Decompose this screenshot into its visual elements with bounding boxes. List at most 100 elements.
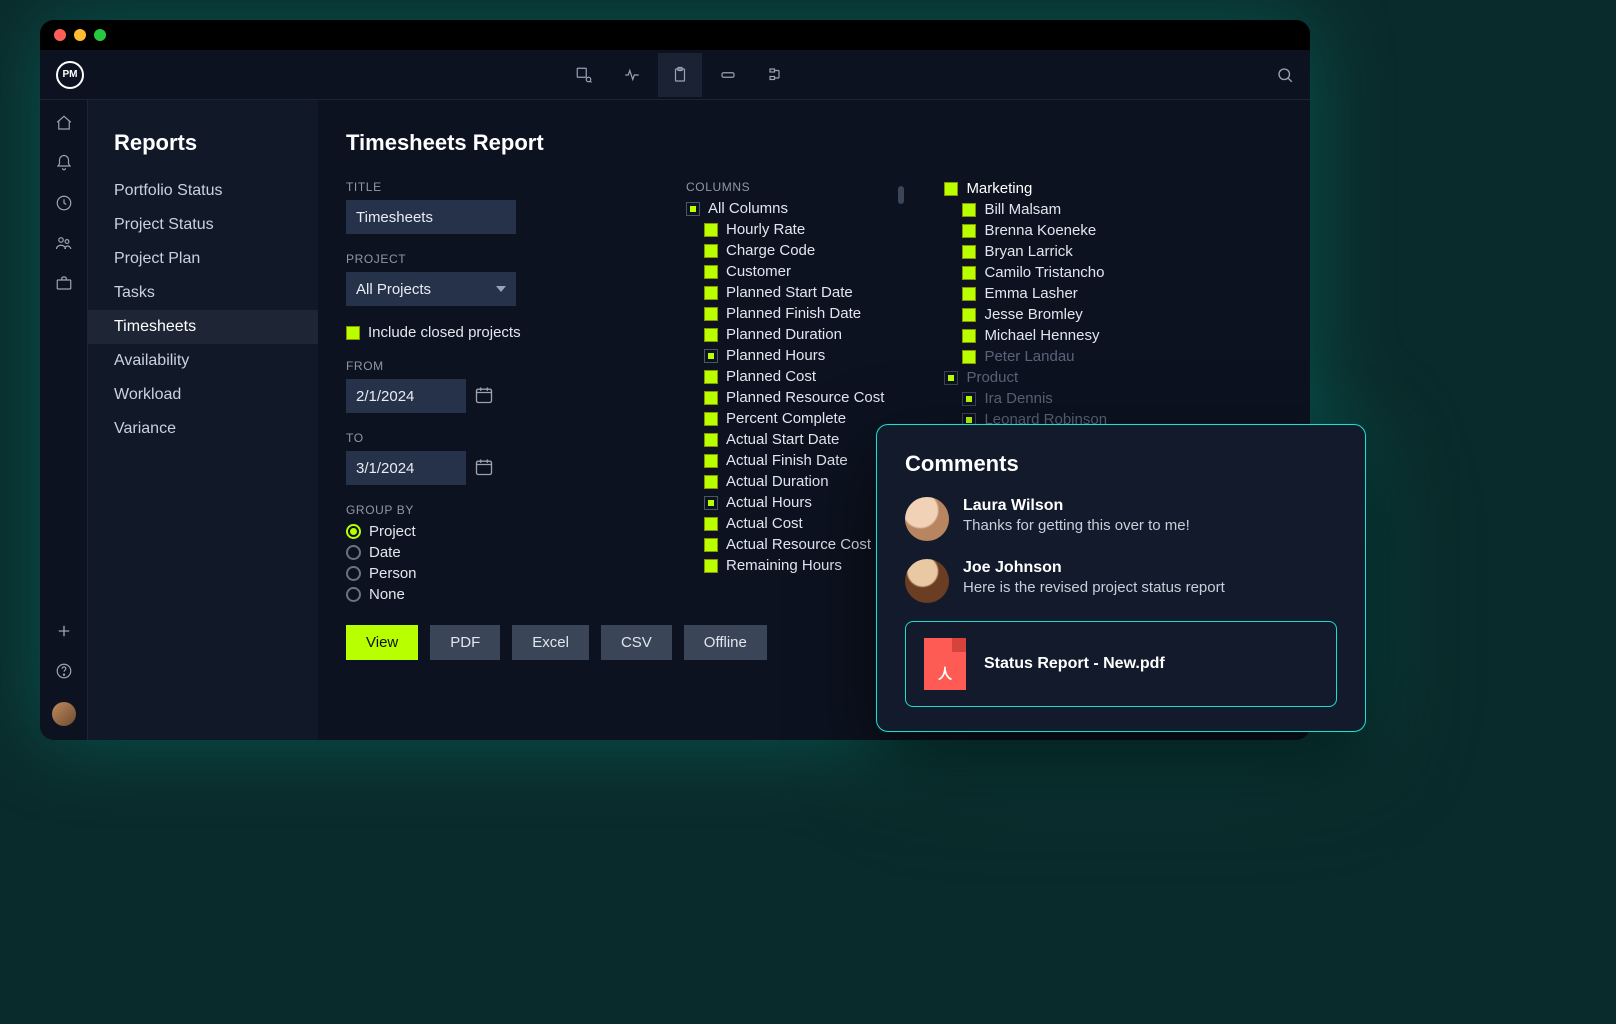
title-input[interactable] — [346, 200, 516, 234]
people-icon[interactable] — [55, 234, 73, 252]
window-close-button[interactable] — [54, 29, 66, 41]
column-checkbox[interactable]: Actual Finish Date — [686, 452, 884, 469]
calendar-icon[interactable] — [474, 457, 496, 479]
team-group-checkbox[interactable]: Marketing — [944, 180, 1107, 197]
window-zoom-button[interactable] — [94, 29, 106, 41]
column-checkbox[interactable]: Planned Finish Date — [686, 305, 884, 322]
bell-icon[interactable] — [55, 154, 73, 172]
column-checkbox[interactable]: Planned Resource Cost — [686, 389, 884, 406]
find-zoom-icon[interactable] — [562, 53, 606, 97]
column-checkbox[interactable]: Actual Hours — [686, 494, 884, 511]
project-select[interactable]: All Projects — [346, 272, 516, 306]
column-checkbox[interactable]: Customer — [686, 263, 884, 280]
comment-author: Joe Johnson — [963, 559, 1225, 577]
csv-button[interactable]: CSV — [601, 625, 672, 660]
checkbox-label: Planned Cost — [726, 368, 816, 385]
checkbox-icon — [704, 265, 718, 279]
column-checkbox[interactable]: Actual Start Date — [686, 431, 884, 448]
from-date-input[interactable] — [346, 379, 466, 413]
clipboard-icon[interactable] — [658, 53, 702, 97]
clock-icon[interactable] — [55, 194, 73, 212]
titlebar — [40, 20, 1310, 50]
from-label: FROM — [346, 359, 646, 373]
groupby-radio[interactable]: Date — [346, 544, 646, 561]
checkbox-label: Actual Duration — [726, 473, 829, 490]
team-member-checkbox[interactable]: Bryan Larrick — [944, 243, 1107, 260]
column-checkbox[interactable]: Percent Complete — [686, 410, 884, 427]
view-button[interactable]: View — [346, 625, 418, 660]
column-checkbox[interactable]: Actual Resource Cost — [686, 536, 884, 553]
avatar — [905, 497, 949, 541]
team-member-checkbox[interactable]: Camilo Tristancho — [944, 264, 1107, 281]
checkbox-icon — [704, 349, 718, 363]
all-columns-checkbox[interactable]: All Columns — [686, 200, 884, 217]
column-checkbox[interactable]: Planned Hours — [686, 347, 884, 364]
checkbox-icon — [686, 202, 700, 216]
team-member-checkbox[interactable]: Ira Dennis — [944, 390, 1107, 407]
checkbox-label: Hourly Rate — [726, 221, 805, 238]
window-minimize-button[interactable] — [74, 29, 86, 41]
groupby-radio[interactable]: Person — [346, 565, 646, 582]
hierarchy-icon[interactable] — [754, 53, 798, 97]
checkbox-icon — [962, 224, 976, 238]
column-checkbox[interactable]: Planned Start Date — [686, 284, 884, 301]
team-member-checkbox[interactable]: Emma Lasher — [944, 285, 1107, 302]
home-icon[interactable] — [55, 114, 73, 132]
brand-logo[interactable]: PM — [56, 61, 84, 89]
team-member-checkbox[interactable]: Peter Landau — [944, 348, 1107, 365]
avatar[interactable] — [52, 702, 76, 726]
column-checkbox[interactable]: Hourly Rate — [686, 221, 884, 238]
briefcase-icon[interactable] — [55, 274, 73, 292]
team-member-checkbox[interactable]: Brenna Koeneke — [944, 222, 1107, 239]
to-date-input[interactable] — [346, 451, 466, 485]
team-member-label: Jesse Bromley — [984, 306, 1082, 323]
column-checkbox[interactable]: Actual Cost — [686, 515, 884, 532]
team-member-checkbox[interactable]: Michael Hennesy — [944, 327, 1107, 344]
team-member-checkbox[interactable]: Jesse Bromley — [944, 306, 1107, 323]
help-icon[interactable] — [55, 662, 73, 680]
checkbox-label: Planned Duration — [726, 326, 842, 343]
search-icon[interactable] — [1276, 66, 1294, 84]
attachment-name: Status Report - New.pdf — [984, 655, 1165, 673]
team-member-checkbox[interactable]: Bill Malsam — [944, 201, 1107, 218]
checkbox-label: Actual Resource Cost — [726, 536, 871, 553]
groupby-label: GROUP BY — [346, 503, 646, 517]
comment-item: Laura WilsonThanks for getting this over… — [905, 497, 1337, 541]
sidebar-item[interactable]: Project Plan — [88, 242, 318, 276]
team-group-label: Product — [966, 369, 1018, 386]
checkbox-label: All Columns — [708, 200, 788, 217]
pdf-button[interactable]: PDF — [430, 625, 500, 660]
sidebar-item[interactable]: Variance — [88, 412, 318, 446]
project-label: PROJECT — [346, 252, 646, 266]
column-checkbox[interactable]: Planned Cost — [686, 368, 884, 385]
groupby-radio[interactable]: None — [346, 586, 646, 603]
checkbox-icon — [704, 517, 718, 531]
column-checkbox[interactable]: Remaining Hours — [686, 557, 884, 574]
vitals-icon[interactable] — [610, 53, 654, 97]
checkbox-icon — [704, 433, 718, 447]
column-checkbox[interactable]: Planned Duration — [686, 326, 884, 343]
comment-text: Here is the revised project status repor… — [963, 579, 1225, 596]
groupby-radio[interactable]: Project — [346, 523, 646, 540]
team-group-checkbox[interactable]: Product — [944, 369, 1107, 386]
sidebar-item[interactable]: Workload — [88, 378, 318, 412]
sidebar-item[interactable]: Project Status — [88, 208, 318, 242]
team-member-label: Peter Landau — [984, 348, 1074, 365]
add-icon[interactable] — [55, 622, 73, 640]
column-checkbox[interactable]: Actual Duration — [686, 473, 884, 490]
include-closed-checkbox[interactable]: Include closed projects — [346, 324, 646, 341]
minus-chip-icon[interactable] — [706, 53, 750, 97]
calendar-icon[interactable] — [474, 385, 496, 407]
sidebar-item[interactable]: Timesheets — [88, 310, 318, 344]
attachment-card[interactable]: 人 Status Report - New.pdf — [905, 621, 1337, 707]
column-checkbox[interactable]: Charge Code — [686, 242, 884, 259]
checkbox-icon — [962, 329, 976, 343]
radio-label: None — [369, 586, 405, 603]
excel-button[interactable]: Excel — [512, 625, 589, 660]
checkbox-icon — [962, 350, 976, 364]
sidebar-item[interactable]: Availability — [88, 344, 318, 378]
sidebar-item[interactable]: Tasks — [88, 276, 318, 310]
sidebar-item[interactable]: Portfolio Status — [88, 174, 318, 208]
radio-icon — [346, 524, 361, 539]
scrollbar-thumb[interactable] — [898, 186, 904, 204]
